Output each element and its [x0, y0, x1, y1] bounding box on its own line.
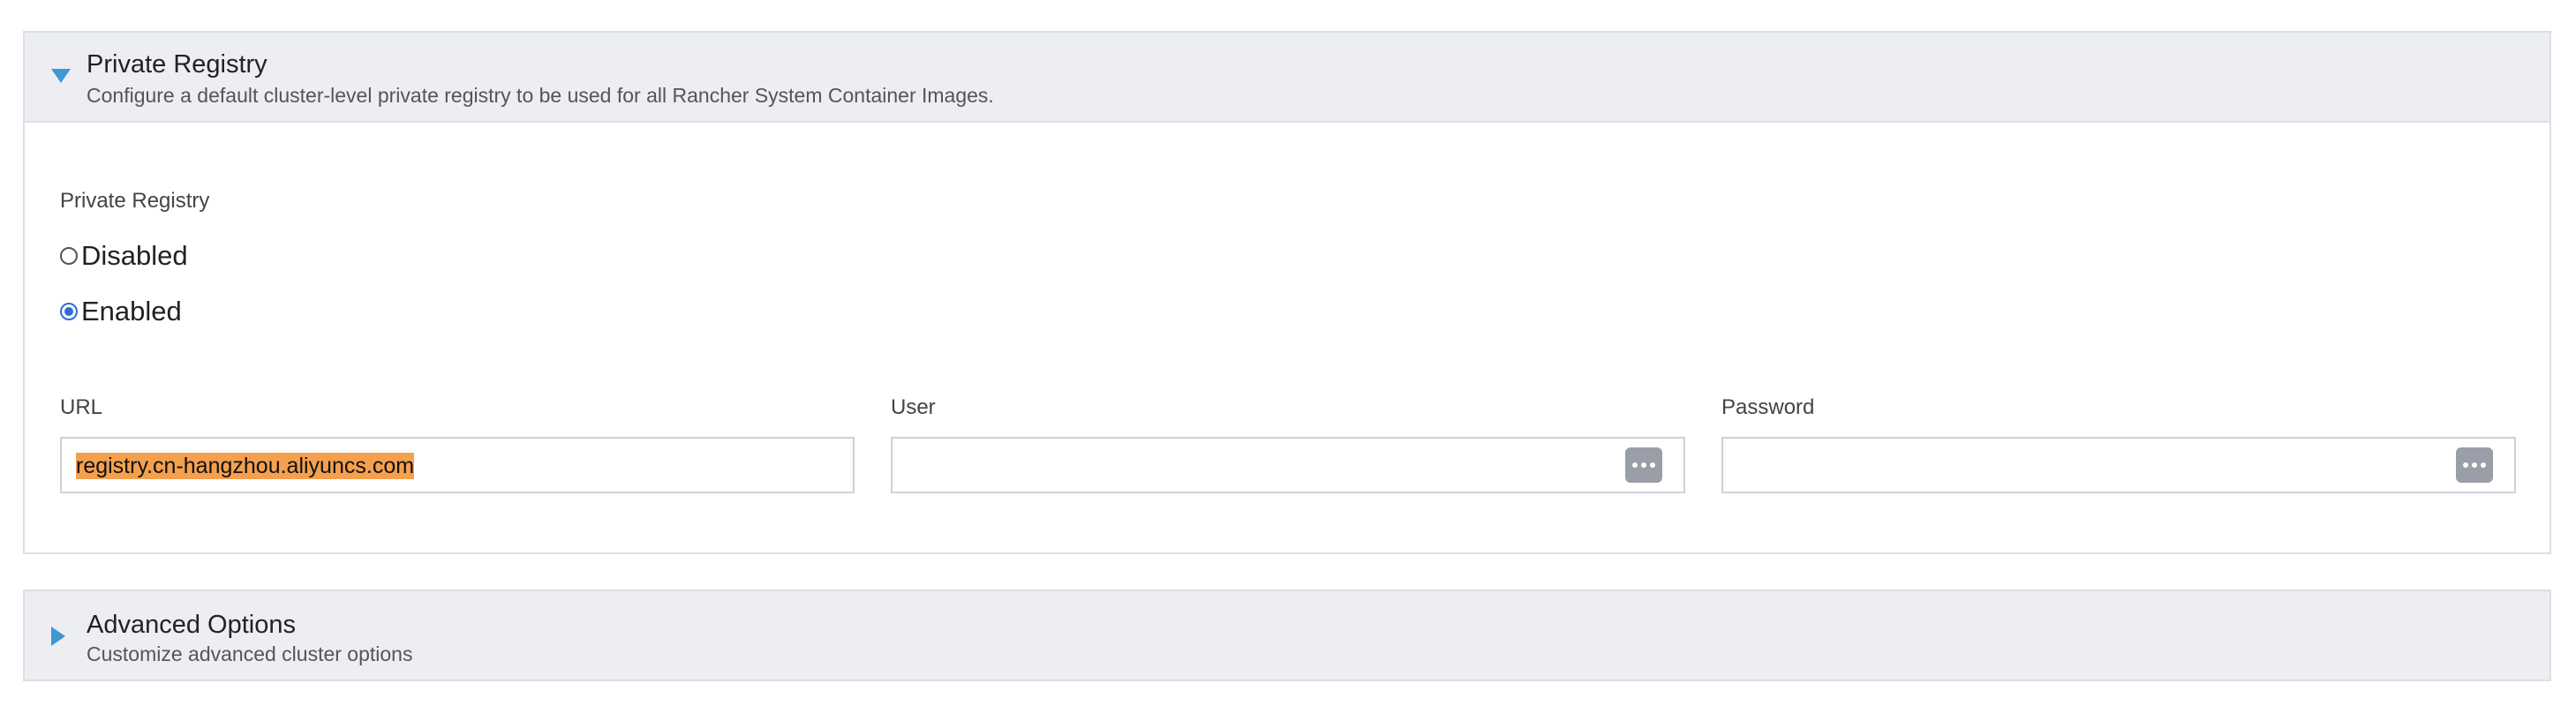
user-input[interactable] — [891, 437, 1685, 493]
caret-right-icon[interactable] — [51, 627, 65, 646]
advanced-options-title: Advanced Options — [87, 611, 296, 639]
radio-label-disabled: Disabled — [81, 240, 188, 271]
password-label: Password — [1721, 395, 1815, 419]
advanced-options-header[interactable]: Advanced Options Customize advanced clus… — [25, 591, 2550, 680]
advanced-options-description: Customize advanced cluster options — [87, 642, 413, 665]
password-input[interactable] — [1721, 437, 2516, 493]
url-input-value: registry.cn-hangzhou.aliyuncs.com — [76, 453, 415, 479]
radio-option-disabled[interactable]: Disabled — [60, 240, 188, 272]
private-registry-description: Configure a default cluster-level privat… — [87, 84, 994, 107]
advanced-options-section: Advanced Options Customize advanced clus… — [23, 590, 2551, 681]
radio-button-disabled[interactable] — [60, 247, 78, 265]
user-label: User — [891, 395, 936, 419]
caret-down-icon[interactable] — [51, 69, 71, 83]
radio-button-enabled[interactable] — [60, 303, 78, 320]
url-input[interactable]: registry.cn-hangzhou.aliyuncs.com — [60, 437, 855, 493]
password-manager-icon[interactable] — [1625, 447, 1662, 483]
private-registry-group-label: Private Registry — [60, 189, 210, 213]
private-registry-header[interactable]: Private Registry Configure a default clu… — [25, 33, 2550, 123]
url-label: URL — [60, 395, 103, 419]
private-registry-title: Private Registry — [87, 50, 267, 79]
password-manager-icon[interactable] — [2456, 447, 2493, 483]
radio-label-enabled: Enabled — [81, 296, 182, 327]
radio-option-enabled[interactable]: Enabled — [60, 296, 182, 327]
private-registry-section: Private Registry Configure a default clu… — [23, 31, 2551, 554]
